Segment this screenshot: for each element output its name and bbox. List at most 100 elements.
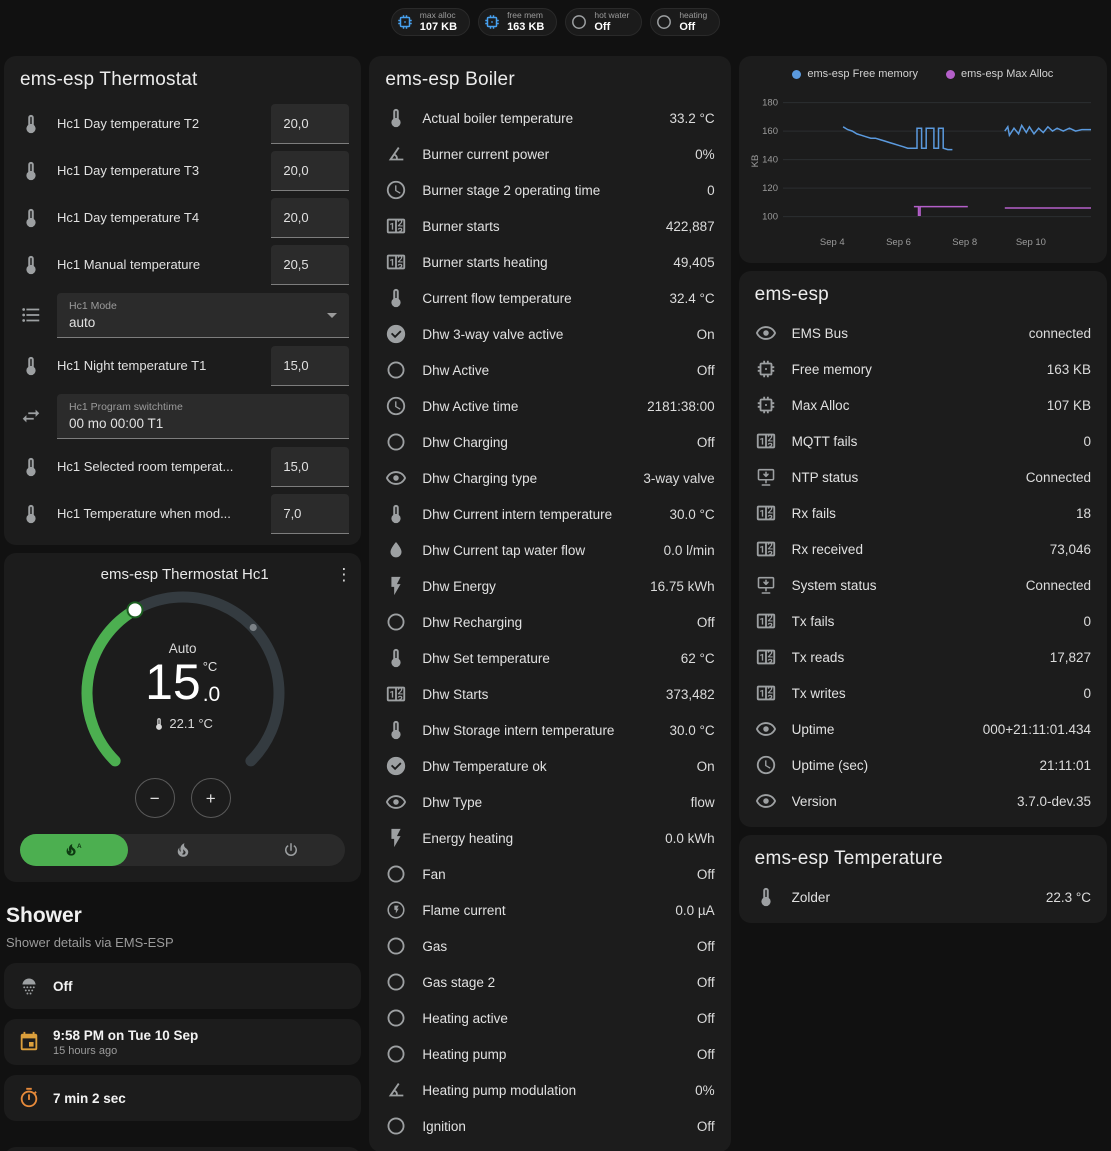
chip-free-mem[interactable]: free mem163 KB bbox=[478, 8, 557, 36]
entity-row[interactable]: Burner stage 2 operating time0 bbox=[369, 172, 730, 208]
relative-time: 15 hours ago bbox=[53, 1045, 198, 1057]
legend-max-alloc[interactable]: ems-esp Max Alloc bbox=[946, 68, 1053, 80]
entity-row[interactable]: Dhw Energy16.75 kWh bbox=[369, 568, 730, 604]
entity-row[interactable]: Burner starts heating49,405 bbox=[369, 244, 730, 280]
entity-row[interactable]: Dhw Active time2181:38:00 bbox=[369, 388, 730, 424]
entity-row[interactable]: Dhw ChargingOff bbox=[369, 424, 730, 460]
chip-max-alloc[interactable]: max alloc107 KB bbox=[391, 8, 470, 36]
text-field[interactable]: Hc1 Program switchtime00 mo 00:00 T1 bbox=[57, 394, 349, 439]
entity-row[interactable]: Energy heating0.0 kWh bbox=[369, 820, 730, 856]
entity-row[interactable]: GasOff bbox=[369, 928, 730, 964]
shower-info-card[interactable]: Off bbox=[4, 963, 361, 1009]
thermometer-icon bbox=[20, 503, 42, 525]
number-input[interactable] bbox=[271, 346, 349, 386]
entity-value: 73,046 bbox=[1050, 542, 1091, 557]
entity-name: Burner starts heating bbox=[422, 255, 665, 270]
entity-row[interactable]: NTP statusConnected bbox=[739, 459, 1107, 495]
eye-icon bbox=[385, 467, 407, 489]
entity-name: Tx reads bbox=[792, 650, 1042, 665]
entity-row[interactable]: Heating active Off bbox=[369, 1000, 730, 1036]
entity-row[interactable]: Dhw Starts373,482 bbox=[369, 676, 730, 712]
entity-row[interactable]: Max Alloc107 KB bbox=[739, 387, 1107, 423]
chip-hot-water[interactable]: hot waterOff bbox=[565, 8, 642, 36]
chip-heating[interactable]: heatingOff bbox=[650, 8, 720, 36]
entity-row[interactable]: Dhw RechargingOff bbox=[369, 604, 730, 640]
mode-off-button[interactable] bbox=[237, 834, 345, 866]
entity-row[interactable]: Burner current power0% bbox=[369, 136, 730, 172]
entity-name: Dhw Current intern temperature bbox=[422, 507, 661, 522]
mode-auto-button[interactable] bbox=[20, 834, 128, 866]
clock-icon bbox=[385, 179, 407, 201]
entity-row[interactable]: EMS Busconnected bbox=[739, 315, 1107, 351]
memory-icon bbox=[755, 358, 777, 380]
entity-row[interactable]: Uptime (sec)21:11:01 bbox=[739, 747, 1107, 783]
entity-value: 16.75 kWh bbox=[650, 579, 715, 594]
memory-history-chart[interactable]: 100120140160180Sep 4Sep 6Sep 8Sep 10KB bbox=[749, 84, 1097, 254]
mode-heat-button[interactable] bbox=[128, 834, 236, 866]
more-menu-button[interactable]: ⋮ bbox=[329, 565, 351, 584]
entity-row[interactable]: Dhw Current intern temperature30.0 °C bbox=[369, 496, 730, 532]
shower-icon bbox=[18, 975, 40, 997]
entity-row[interactable]: Dhw Storage intern temperature30.0 °C bbox=[369, 712, 730, 748]
entity-row[interactable]: Dhw Charging type3-way valve bbox=[369, 460, 730, 496]
shower-info-card[interactable]: 7 min 2 sec bbox=[4, 1075, 361, 1121]
entity-row[interactable]: Rx fails18 bbox=[739, 495, 1107, 531]
entity-row[interactable]: Dhw Set temperature62 °C bbox=[369, 640, 730, 676]
temp-decrease-button[interactable]: − bbox=[135, 778, 175, 818]
entity-value: 0.0 µA bbox=[675, 903, 714, 918]
entity-row[interactable]: MQTT fails0 bbox=[739, 423, 1107, 459]
number-input[interactable] bbox=[271, 447, 349, 487]
thermometer-icon bbox=[20, 113, 42, 135]
entity-row[interactable]: System statusConnected bbox=[739, 567, 1107, 603]
eye-icon bbox=[385, 791, 407, 813]
svg-text:Sep 10: Sep 10 bbox=[1016, 237, 1046, 248]
entity-name: Dhw Temperature ok bbox=[422, 759, 688, 774]
number-input[interactable] bbox=[271, 151, 349, 191]
entity-row[interactable]: Burner starts422,887 bbox=[369, 208, 730, 244]
entity-name: Dhw Active time bbox=[422, 399, 639, 414]
entity-row[interactable]: Tx reads17,827 bbox=[739, 639, 1107, 675]
number-input[interactable] bbox=[271, 494, 349, 534]
entity-name: Burner starts bbox=[422, 219, 658, 234]
entity-row[interactable]: Dhw Current tap water flow0.0 l/min bbox=[369, 532, 730, 568]
number-input[interactable] bbox=[271, 245, 349, 285]
clock-icon bbox=[385, 395, 407, 417]
entity-row[interactable]: Tx fails0 bbox=[739, 603, 1107, 639]
entity-row[interactable]: Current flow temperature32.4 °C bbox=[369, 280, 730, 316]
thermometer-icon bbox=[20, 254, 42, 276]
entity-row[interactable]: Heating pumpOff bbox=[369, 1036, 730, 1072]
entity-row[interactable]: Uptime000+21:11:01.434 bbox=[739, 711, 1107, 747]
frost-protection-card[interactable] bbox=[4, 1147, 361, 1151]
temp-increase-button[interactable]: + bbox=[191, 778, 231, 818]
thermometer-icon bbox=[20, 207, 42, 229]
entity-row[interactable]: Actual boiler temperature33.2 °C bbox=[369, 100, 730, 136]
number-input[interactable] bbox=[271, 104, 349, 144]
entity-row[interactable]: Flame current0.0 µA bbox=[369, 892, 730, 928]
entity-row[interactable]: Dhw ActiveOff bbox=[369, 352, 730, 388]
legend-dot-purple bbox=[946, 70, 955, 79]
entity-row[interactable]: IgnitionOff bbox=[369, 1108, 730, 1144]
legend-free-memory[interactable]: ems-esp Free memory bbox=[792, 68, 918, 80]
entity-name: Heating active bbox=[422, 1011, 689, 1026]
circle-icon bbox=[385, 431, 407, 453]
entity-name: System status bbox=[792, 578, 1018, 593]
entity-row[interactable]: Version3.7.0-dev.35 bbox=[739, 783, 1107, 819]
entity-row[interactable]: Dhw 3-way valve activeOn bbox=[369, 316, 730, 352]
entity-row[interactable]: Tx writes0 bbox=[739, 675, 1107, 711]
entity-row[interactable]: Gas stage 2Off bbox=[369, 964, 730, 1000]
shower-info-card[interactable]: 9:58 PM on Tue 10 Sep15 hours ago bbox=[4, 1019, 361, 1065]
thermostat-dial[interactable]: Auto 15 °C .0 22.1 °C bbox=[68, 588, 298, 770]
dial-handle[interactable] bbox=[127, 602, 142, 617]
entity-row[interactable]: Zolder22.3 °C bbox=[739, 879, 1107, 915]
entity-row[interactable]: Rx received73,046 bbox=[739, 531, 1107, 567]
emsesp-rows: EMS BusconnectedFree memory163 KBMax All… bbox=[739, 315, 1107, 827]
circle-icon bbox=[385, 1115, 407, 1137]
number-input[interactable] bbox=[271, 198, 349, 238]
entity-row[interactable]: Heating pump modulation0% bbox=[369, 1072, 730, 1108]
entity-row[interactable]: Dhw Temperature okOn bbox=[369, 748, 730, 784]
entity-value: Off bbox=[697, 1011, 715, 1026]
entity-row[interactable]: Free memory163 KB bbox=[739, 351, 1107, 387]
entity-row[interactable]: Dhw Typeflow bbox=[369, 784, 730, 820]
entity-row[interactable]: FanOff bbox=[369, 856, 730, 892]
mode-select[interactable]: Hc1 Modeauto bbox=[57, 293, 349, 338]
